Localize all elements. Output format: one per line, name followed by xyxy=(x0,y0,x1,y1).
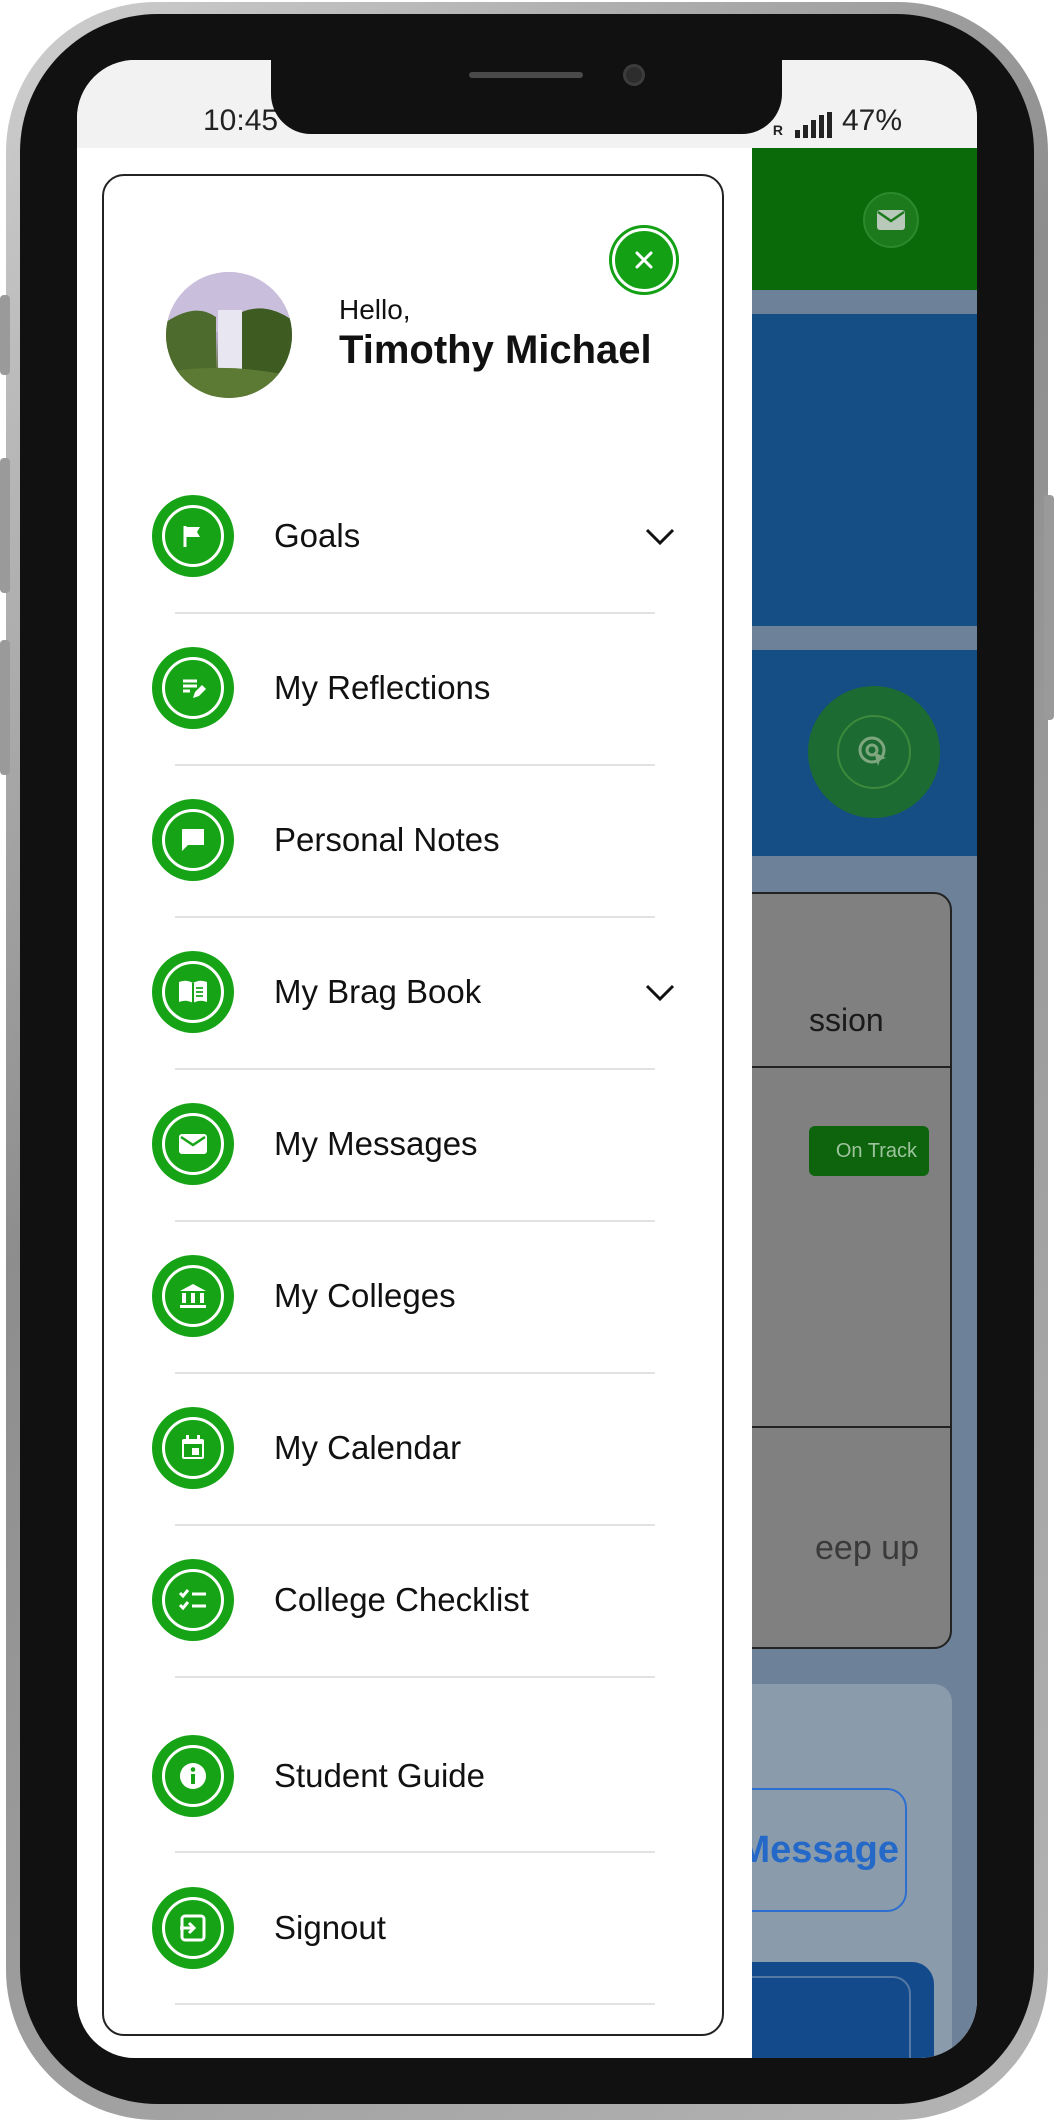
envelope-icon xyxy=(152,1103,234,1185)
open-book-icon xyxy=(152,951,234,1033)
checklist-icon xyxy=(152,1559,234,1641)
phone-notch xyxy=(271,60,782,134)
menu-item-my-messages[interactable]: My Messages xyxy=(152,1069,692,1221)
close-drawer-button[interactable] xyxy=(612,228,676,292)
menu-item-label: My Colleges xyxy=(274,1277,456,1314)
menu-item-label: Personal Notes xyxy=(274,821,500,858)
menu-item-label: My Reflections xyxy=(274,669,491,706)
menu-item-label: Student Guide xyxy=(274,1757,485,1794)
chevron-down-icon[interactable] xyxy=(640,517,680,557)
menu-item-my-brag-book[interactable]: My Brag Book xyxy=(152,917,692,1069)
bg-session-text: ssion xyxy=(809,1002,884,1038)
touch-icon xyxy=(837,715,911,789)
menu-item-label: My Calendar xyxy=(274,1429,462,1466)
phone-side-button xyxy=(0,295,10,375)
institution-icon xyxy=(152,1255,234,1337)
front-camera xyxy=(623,64,645,86)
chevron-down-icon[interactable] xyxy=(640,973,680,1013)
menu-item-label: My Messages xyxy=(274,1125,478,1162)
menu-item-signout[interactable]: Signout xyxy=(152,1853,692,2005)
menu-item-goals[interactable]: Goals xyxy=(152,461,692,613)
phone-screen: 10:45 R 47% ssion On Track eep up Messag… xyxy=(77,60,977,2058)
menu-item-my-calendar[interactable]: My Calendar xyxy=(152,1373,692,1525)
menu-item-label: Goals xyxy=(274,517,361,554)
bg-mail-icon xyxy=(863,192,919,248)
menu-item-label: College Checklist xyxy=(274,1581,529,1618)
roaming-indicator: R xyxy=(772,122,783,138)
menu-item-label: My Brag Book xyxy=(274,973,482,1010)
menu-item-student-guide[interactable]: Student Guide xyxy=(152,1701,692,1853)
greeting-text: Hello, xyxy=(339,294,411,325)
menu-item-label: Signout xyxy=(274,1909,386,1946)
status-time: 10:45 xyxy=(203,104,279,137)
edit-note-icon xyxy=(152,647,234,729)
navigation-drawer: Hello, Timothy Michael Goals My Reflecti… xyxy=(77,148,752,2058)
signout-icon xyxy=(152,1887,234,1969)
status-indicators: R 47% xyxy=(773,104,902,138)
user-name: Timothy Michael xyxy=(339,328,652,372)
menu-item-personal-notes[interactable]: Personal Notes xyxy=(152,765,692,917)
avatar[interactable] xyxy=(166,272,292,398)
drawer-panel: Hello, Timothy Michael Goals My Reflecti… xyxy=(102,174,724,2036)
bg-keepup-text: eep up xyxy=(815,1529,919,1567)
close-icon xyxy=(635,251,653,269)
menu-divider xyxy=(175,1676,655,1678)
speaker-grill xyxy=(469,72,583,78)
info-icon xyxy=(152,1735,234,1817)
bg-status-badge: On Track xyxy=(809,1126,929,1176)
chat-bubble-icon xyxy=(152,799,234,881)
phone-volume-up-button xyxy=(0,458,10,593)
phone-power-button xyxy=(1044,495,1054,720)
menu-divider xyxy=(175,2003,655,2005)
calendar-icon xyxy=(152,1407,234,1489)
phone-volume-down-button xyxy=(0,640,10,775)
battery-percentage: 47% xyxy=(841,104,902,137)
menu-item-my-colleges[interactable]: My Colleges xyxy=(152,1221,692,1373)
bg-fab-button xyxy=(808,686,940,818)
menu-item-college-checklist[interactable]: College Checklist xyxy=(152,1525,692,1677)
flag-icon xyxy=(152,495,234,577)
menu-item-my-reflections[interactable]: My Reflections xyxy=(152,613,692,765)
signal-strength-icon xyxy=(794,112,832,138)
